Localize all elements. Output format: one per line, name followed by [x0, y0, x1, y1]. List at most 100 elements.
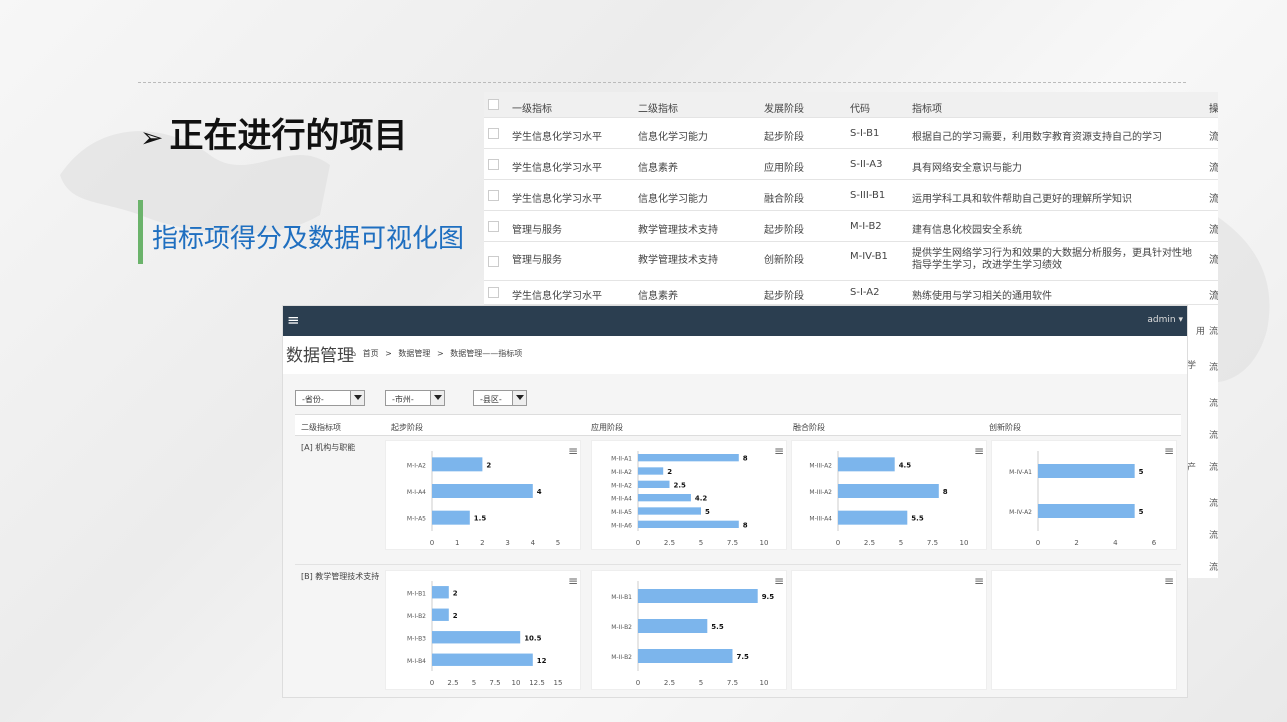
value-label: 5	[1139, 508, 1144, 516]
chart-8: ≡	[991, 570, 1177, 690]
breadcrumb-separator: >	[385, 349, 392, 358]
grid-header-cell: 创新阶段	[989, 423, 1021, 432]
tick-label: 0	[1036, 539, 1040, 547]
tick-label: 5	[699, 539, 703, 547]
tick-label: 4	[1113, 539, 1118, 547]
username: admin	[1147, 315, 1176, 325]
table-row[interactable]: 学生信息化学习水平 信息化学习能力 融合阶段 S-III-B1 运用学科工具和软…	[484, 180, 1218, 211]
breadcrumb-data-management[interactable]: 数据管理	[398, 349, 430, 358]
table-cell-clipped: 学	[1187, 361, 1197, 371]
table-cell: 流	[1209, 291, 1218, 302]
tick-label: 10	[760, 679, 769, 687]
table-row[interactable]: 管理与服务 教学管理技术支持 起步阶段 M-I-B2 建有信息化校园安全系统 流	[484, 211, 1218, 242]
chart-menu-icon[interactable]: ≡	[774, 574, 784, 588]
bar	[638, 649, 733, 663]
tick-label: 2.5	[447, 679, 458, 687]
table-header-row: 一级指标 二级指标 发展阶段 代码 指标项 操	[484, 92, 1218, 118]
tick-label: 2	[480, 539, 484, 547]
value-label: 5	[1139, 468, 1144, 476]
value-label: 2	[486, 461, 491, 469]
value-label: 2	[453, 612, 458, 620]
tick-label: 2.5	[664, 539, 675, 547]
city-select[interactable]: -市州-	[385, 390, 445, 406]
table-cell: 教学管理技术支持	[638, 255, 718, 266]
category-label: M-I-B2	[407, 613, 426, 620]
row-checkbox[interactable]	[488, 221, 499, 232]
bar	[838, 457, 895, 472]
table-cell: 学生信息化学习水平	[512, 132, 602, 143]
chart-menu-icon[interactable]: ≡	[568, 444, 578, 458]
bar	[432, 608, 449, 621]
chart-1: ≡ M-I-A2 2 M-I-A4 4 M-I-A5 1.5 0 1 2 3 4 5	[385, 440, 581, 550]
chart-menu-icon[interactable]: ≡	[974, 444, 984, 458]
bar	[432, 484, 533, 498]
table-cell: S-III-B1	[850, 190, 886, 201]
breadcrumb: ⌂ 首页 > 数据管理 > 数据管理——指标项	[351, 348, 526, 359]
category-label: M-II-A6	[611, 522, 632, 529]
row-checkbox[interactable]	[488, 128, 499, 139]
county-select-value: -县区-	[480, 395, 502, 404]
table-header: 指标项	[912, 104, 942, 115]
chart-menu-icon[interactable]: ≡	[974, 574, 984, 588]
chart-menu-icon[interactable]: ≡	[774, 444, 784, 458]
row-checkbox[interactable]	[488, 287, 499, 298]
table-cell-clipped: 流	[1209, 327, 1218, 337]
province-select-value: -省份-	[302, 395, 324, 404]
tick-label: 0	[430, 679, 434, 687]
breadcrumb-home[interactable]: 首页	[363, 349, 379, 358]
table-cell: S-I-B1	[850, 128, 880, 139]
chart-menu-icon[interactable]: ≡	[568, 574, 578, 588]
chart-5: ≡ M-I-B1 2 M-I-B2 2 M-I-B3 10.5 M-I-B4 12 0 2.5 5 7.…	[385, 570, 581, 690]
tick-label: 7.5	[727, 539, 738, 547]
bar	[432, 510, 470, 525]
table-header: 发展阶段	[764, 104, 804, 115]
value-label: 8	[743, 455, 748, 463]
dropdown-arrow-icon	[350, 391, 364, 405]
table-cell-clipped: 流	[1209, 463, 1218, 473]
bar	[638, 520, 739, 528]
table-cell: 流	[1209, 163, 1218, 174]
table-cell: 信息素养	[638, 291, 678, 302]
category-label: M-II-B1	[611, 594, 632, 601]
tick-label: 4	[531, 539, 536, 547]
table-row[interactable]: 学生信息化学习水平 信息素养 起步阶段 S-I-A2 熟练使用与学习相关的通用软…	[484, 281, 1218, 305]
table-row[interactable]: 学生信息化学习水平 信息化学习能力 起步阶段 S-I-B1 根据自己的学习需要，…	[484, 118, 1218, 149]
table-header: 二级指标	[638, 104, 678, 115]
category-label: M-II-A1	[611, 456, 632, 463]
hamburger-menu-icon[interactable]: ≡	[287, 311, 300, 329]
county-select[interactable]: -县区-	[473, 390, 527, 406]
table-cell: 学生信息化学习水平	[512, 163, 602, 174]
category-label: M-II-B2	[611, 624, 632, 631]
value-label: 5.5	[911, 515, 924, 523]
category-label: M-I-B1	[407, 590, 426, 597]
table-row[interactable]: 学生信息化学习水平 信息素养 应用阶段 S-II-A3 具有网络安全意识与能力 …	[484, 149, 1218, 180]
chart-menu-icon[interactable]: ≡	[1164, 574, 1174, 588]
tick-label: 0	[430, 539, 434, 547]
tick-label: 0	[836, 539, 840, 547]
user-menu[interactable]: admin ▾	[1147, 315, 1183, 325]
chart-menu-icon[interactable]: ≡	[1164, 444, 1174, 458]
tick-label: 5	[699, 679, 703, 687]
category-label: M-I-A4	[407, 489, 426, 496]
table-cell: 流	[1209, 255, 1218, 266]
category-label: M-II-A2	[611, 482, 632, 489]
select-all-checkbox[interactable]	[488, 99, 499, 110]
row-checkbox[interactable]	[488, 256, 499, 267]
table-header: 一级指标	[512, 104, 552, 115]
category-label: M-I-A2	[407, 462, 426, 469]
chart-6: ≡ M-II-B1 9.5 M-II-B2 5.5 M-II-B2 7.5 0 2.5 5 7.5 1…	[591, 570, 787, 690]
row-checkbox[interactable]	[488, 190, 499, 201]
data-management-window: ≡ admin ▾ 数据管理 ⌂ 首页 > 数据管理 > 数据管理——指标项 -…	[282, 305, 1188, 698]
table-cell: 应用阶段	[764, 163, 804, 174]
table-cell: 学生信息化学习水平	[512, 291, 602, 302]
chart-4: ≡ M-IV-A1 5 M-IV-A2 5 0 2 4 6	[991, 440, 1177, 550]
grid-header-cell: 融合阶段	[793, 423, 825, 432]
value-label: 10.5	[524, 634, 541, 642]
table-row[interactable]: 管理与服务 教学管理技术支持 创新阶段 M-IV-B1 提供学生网络学习行为和效…	[484, 242, 1218, 281]
province-select[interactable]: -省份-	[295, 390, 365, 406]
table-cell: S-I-A2	[850, 287, 880, 298]
row-checkbox[interactable]	[488, 159, 499, 170]
value-label: 5.5	[711, 623, 724, 631]
table-cell: 提供学生网络学习行为和效果的大数据分析服务，更具针对性地指导学生学习，改进学生学…	[912, 248, 1192, 271]
page-title: 数据管理	[286, 346, 354, 366]
